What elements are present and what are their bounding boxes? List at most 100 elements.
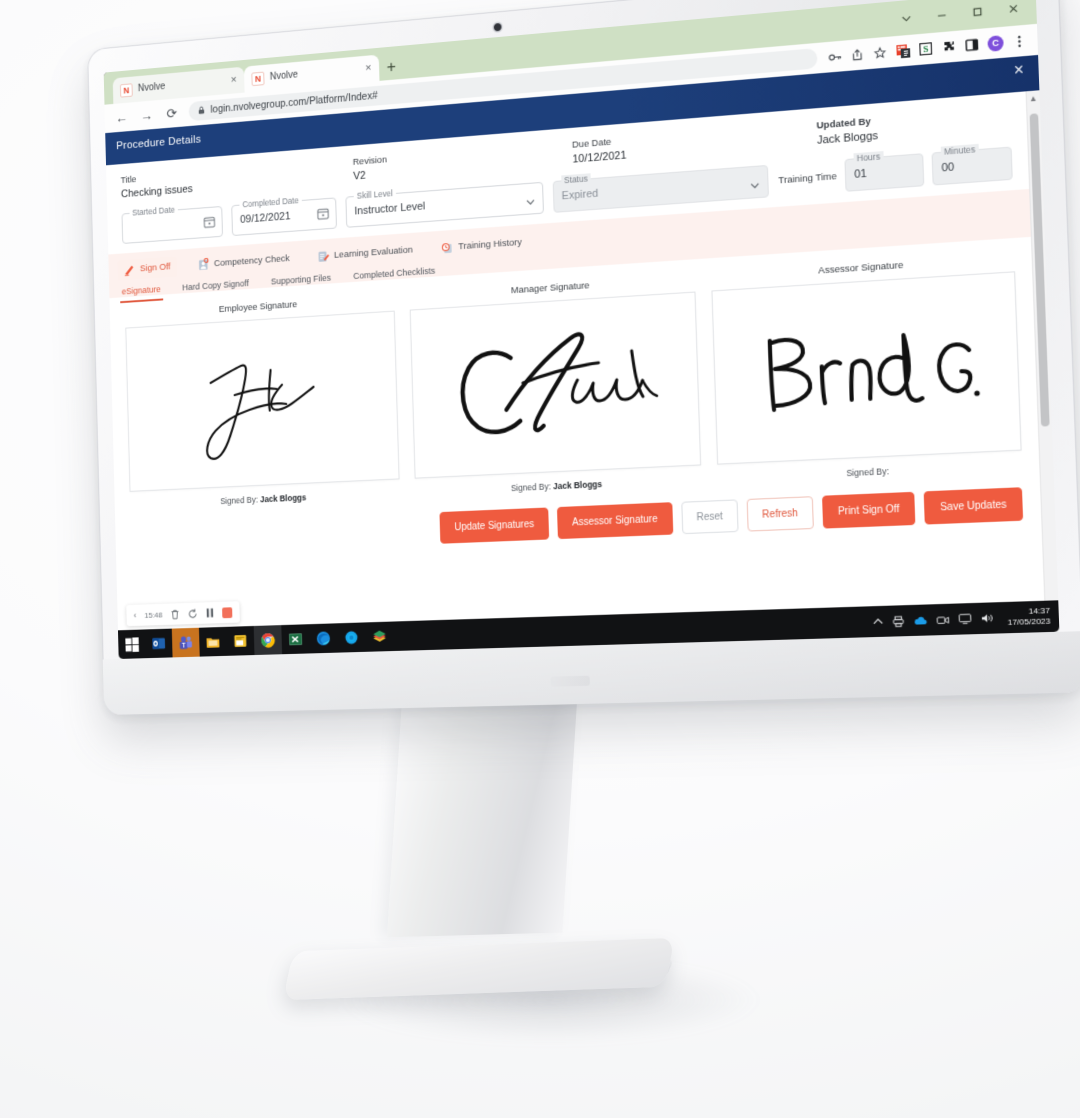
svg-text:T: T [182, 642, 186, 649]
scroll-up-icon[interactable]: ▲ [1027, 90, 1040, 106]
nvolve-favicon: N [251, 71, 265, 86]
due-date-value: 10/12/2021 [572, 149, 627, 166]
revision-group: Revision V2 [353, 140, 573, 182]
skill-level-value: Instructor Level [354, 200, 426, 218]
three-dot-menu-icon[interactable] [1012, 33, 1027, 49]
recording-elapsed: 15:48 [144, 610, 163, 620]
assessor-signed-by: Signed By: [846, 466, 889, 478]
back-icon[interactable]: ← [113, 108, 129, 126]
star-icon[interactable] [873, 45, 888, 61]
puzzle-extension-icon[interactable] [941, 39, 956, 55]
employee-signature-canvas[interactable] [125, 310, 400, 492]
forward-icon[interactable]: → [138, 106, 155, 124]
taskbar-clock[interactable]: 14:37 17/05/2023 [1003, 606, 1051, 628]
reload-icon[interactable]: ⟳ [163, 104, 180, 123]
assessor-signature-panel: Assessor Signature Signed By: [711, 253, 1022, 484]
share-icon[interactable] [850, 47, 865, 63]
manager-signed-by-label: Signed By: [510, 481, 551, 494]
completed-date-field[interactable]: Completed Date 09/12/2021 [231, 195, 338, 237]
manager-signed-by: Signed By: Jack Bloggs [511, 479, 602, 493]
completed-date-value: 09/12/2021 [239, 210, 291, 226]
teams-icon[interactable]: T [171, 627, 200, 658]
tab-sign-off[interactable]: Sign Off [117, 255, 178, 280]
status-label: Status [561, 173, 591, 186]
notes-icon[interactable] [226, 626, 254, 656]
manager-signature-panel: Manager Signature Signed By: Jack Bloggs [409, 273, 702, 497]
camera-icon[interactable] [936, 615, 949, 625]
reset-button[interactable]: Reset [680, 499, 739, 535]
outlook-icon[interactable] [145, 629, 173, 659]
file-explorer-icon[interactable] [199, 627, 227, 657]
books-icon[interactable] [365, 622, 394, 652]
close-icon[interactable] [1004, 0, 1022, 17]
clock-history-icon [441, 240, 454, 254]
key-icon[interactable] [827, 49, 842, 64]
stop-icon[interactable] [222, 606, 233, 618]
restart-icon[interactable] [188, 608, 198, 619]
skill-level-select[interactable]: Skill Level Instructor Level [345, 181, 544, 228]
page-title: Procedure Details [116, 133, 202, 153]
excel-icon[interactable] [281, 624, 310, 654]
updated-by-label: Updated By [816, 116, 872, 132]
hours-input[interactable]: Hours 01 [844, 151, 925, 192]
onedrive-icon[interactable] [913, 615, 927, 625]
employee-signature-title: Employee Signature [218, 299, 298, 315]
cortana-icon[interactable] [337, 622, 366, 652]
s-extension-icon[interactable]: S [918, 41, 933, 57]
tab-learning-evaluation-label: Learning Evaluation [333, 244, 413, 261]
browser-tab-1-title: Nvolve [137, 81, 166, 95]
chrome-icon[interactable] [253, 625, 283, 656]
minimize-icon[interactable] [933, 6, 950, 24]
update-signatures-button[interactable]: Update Signatures [439, 507, 550, 544]
edge-icon[interactable] [309, 623, 338, 653]
chevron-down-icon[interactable] [897, 9, 914, 27]
assessor-signature-title: Assessor Signature [818, 259, 904, 277]
employee-signed-by-label: Signed By: [220, 494, 259, 507]
subtab-esignature[interactable]: eSignature [119, 281, 163, 304]
system-tray: 14:37 17/05/2023 [872, 600, 1059, 637]
refresh-button[interactable]: Refresh [746, 496, 814, 532]
app-scroll-pane: Title Checking issues Revision V2 Due Da… [106, 91, 1047, 660]
show-hidden-icons-chevron[interactable] [873, 617, 884, 626]
status-select[interactable]: Status Expired [552, 164, 769, 213]
printer-icon[interactable] [892, 615, 904, 627]
trash-icon[interactable] [170, 609, 179, 620]
assessor-signature-canvas[interactable] [711, 271, 1022, 465]
close-icon[interactable]: × [363, 62, 374, 75]
tab-competency-check-label: Competency Check [213, 252, 290, 269]
browser-tab-2-title: Nvolve [269, 69, 299, 83]
hours-label: Hours [853, 151, 884, 164]
chevron-down-icon[interactable] [750, 177, 759, 187]
close-icon[interactable]: × [229, 74, 239, 86]
scroll-down-icon[interactable]: ▼ [1046, 617, 1059, 632]
started-date-field[interactable]: Started Date [121, 204, 224, 244]
clipboard-person-icon [197, 257, 209, 270]
calendar-icon[interactable] [204, 215, 216, 228]
updated-by-group: Updated By Jack Bloggs [816, 105, 1011, 147]
window-controls [897, 0, 1031, 36]
maximize-icon[interactable] [968, 2, 985, 20]
title-group: Title Checking issues [121, 157, 354, 200]
windows-start-icon[interactable] [118, 629, 146, 659]
new-tab-button[interactable]: + [379, 53, 404, 80]
calendar-icon[interactable] [317, 207, 329, 221]
volume-icon[interactable] [981, 613, 994, 624]
minutes-input[interactable]: Minutes 00 [931, 143, 1013, 186]
clock-time: 14:37 [1028, 605, 1051, 616]
manager-signature-canvas[interactable] [409, 291, 702, 479]
chevron-down-icon[interactable] [526, 193, 535, 203]
hours-value: 01 [854, 167, 868, 181]
save-updates-button[interactable]: Save Updates [923, 487, 1024, 525]
tab-training-history[interactable]: Training History [434, 231, 529, 258]
pause-icon[interactable] [206, 608, 214, 618]
chevron-left-icon[interactable]: ‹ [134, 611, 137, 621]
avatar[interactable]: C [987, 34, 1004, 52]
close-icon[interactable]: × [1013, 61, 1024, 80]
browser-toolbar-icons: S C [827, 33, 1027, 65]
sidepanel-icon[interactable] [964, 37, 979, 53]
minutes-value: 00 [941, 161, 955, 175]
grammarly-extension-icon[interactable] [895, 43, 910, 59]
clock-date: 17/05/2023 [1007, 616, 1051, 628]
display-icon[interactable] [958, 614, 971, 625]
training-time-label: Training Time [778, 170, 837, 186]
